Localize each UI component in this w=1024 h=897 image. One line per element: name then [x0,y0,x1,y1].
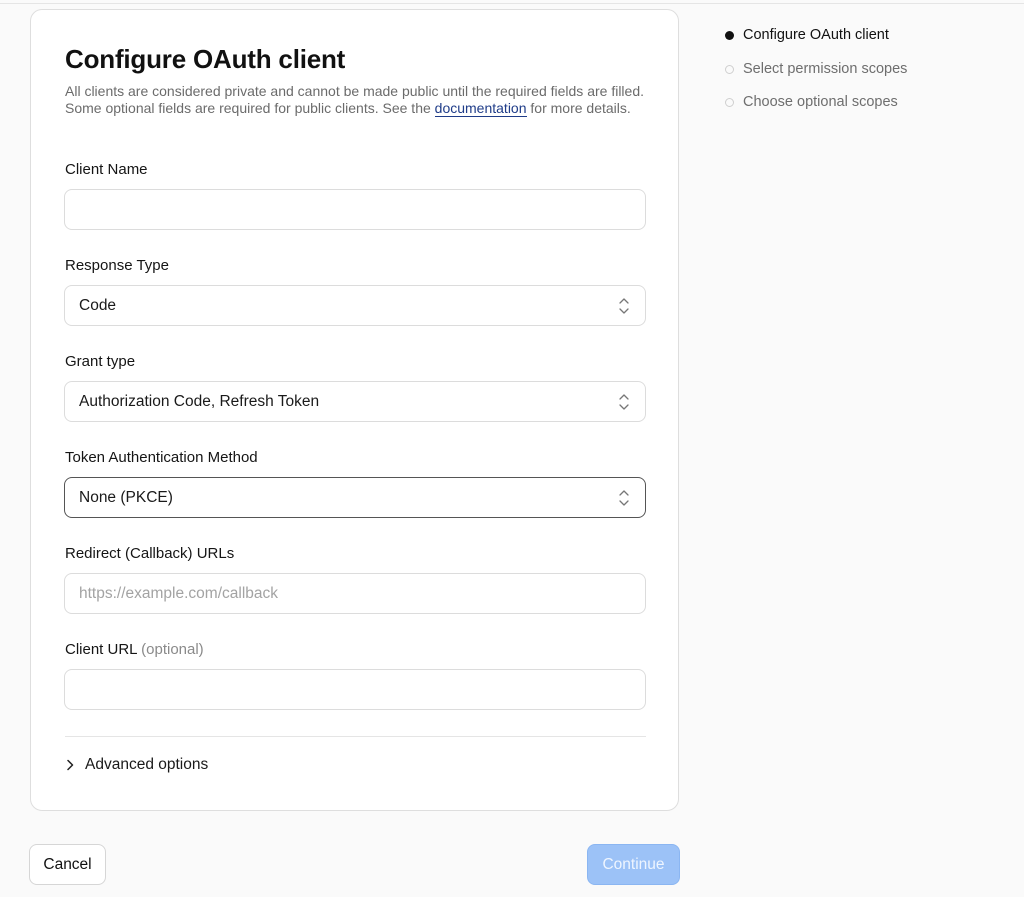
dot-icon [725,30,734,40]
dot-icon [725,97,734,107]
form-description: All clients are considered private and c… [65,83,655,117]
token-auth-method-label: Token Authentication Method [65,449,258,466]
redirect-urls-placeholder: https://example.com/callback [79,584,279,602]
client-url-input[interactable] [64,669,646,710]
description-text-after: for more details. [526,99,631,116]
token-auth-method-select[interactable]: None (PKCE) [64,477,646,518]
grant-type-label: Grant type [65,353,136,370]
grant-type-select[interactable]: Authorization Code, Refresh Token [64,381,646,422]
advanced-options-toggle[interactable]: Advanced options [65,754,208,776]
chevron-up-down-icon [619,394,629,410]
client-url-label-text: Client URL [65,641,137,658]
step-label: Configure OAuth client [743,27,889,43]
cancel-button[interactable]: Cancel [29,844,106,885]
step-choose-optional-scopes: Choose optional scopes [725,92,898,112]
step-select-permission-scopes: Select permission scopes [725,59,907,79]
client-name-input[interactable] [64,189,646,230]
grant-type-value: Authorization Code, Refresh Token [79,392,320,410]
response-type-label: Response Type [65,257,169,274]
step-configure-oauth-client: Configure OAuth client [725,25,889,45]
configure-oauth-form-card: Configure OAuth client All clients are c… [30,9,679,811]
chevron-right-icon [67,759,74,771]
client-url-label: Client URL (optional) [65,641,204,658]
response-type-value: Code [79,296,117,314]
response-type-select[interactable]: Code [64,285,646,326]
dot-icon [725,64,734,74]
documentation-link[interactable]: documentation [434,99,527,117]
page-title: Configure OAuth client [65,44,346,74]
chevron-up-down-icon [619,298,629,314]
step-label: Choose optional scopes [743,94,898,110]
token-auth-method-value: None (PKCE) [79,488,173,506]
step-label: Select permission scopes [743,61,908,77]
continue-button[interactable]: Continue [587,844,680,885]
optional-hint: (optional) [141,641,204,658]
redirect-urls-label: Redirect (Callback) URLs [65,545,235,562]
top-border [0,0,1024,4]
chevron-up-down-icon [619,490,629,506]
redirect-urls-input[interactable]: https://example.com/callback [64,573,646,614]
divider [65,736,646,737]
advanced-options-label: Advanced options [85,756,209,773]
client-name-label: Client Name [65,161,148,178]
